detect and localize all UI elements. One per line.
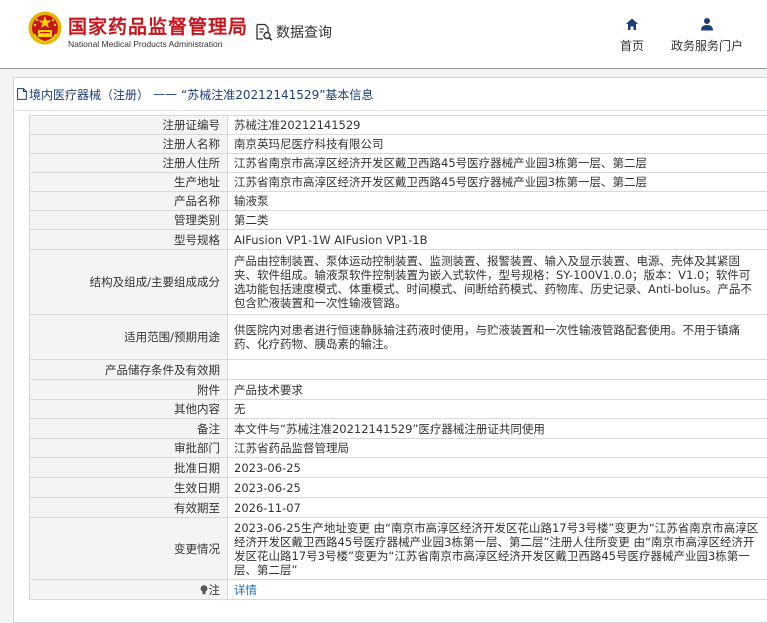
table-row-other-content: 其他内容无 (29, 399, 767, 419)
site-header: 国家药品监督管理局 National Medical Products Admi… (0, 0, 767, 68)
lightbulb-icon (200, 584, 207, 594)
breadcrumb: 境内医疗器械（注册） —— “苏械注准20212141529”基本信息 (17, 85, 373, 103)
field-value: 江苏省南京市高淳区经济开发区戴卫西路45号医疗器械产业园3栋第一层、第二层 (227, 153, 767, 173)
field-label: 注册证编号 (29, 115, 228, 135)
field-value: 产品技术要求 (227, 379, 767, 400)
note-label: 注 (208, 582, 221, 597)
document-icon (17, 88, 27, 100)
field-label: 产品名称 (29, 191, 228, 211)
field-label: 注册人名称 (29, 134, 228, 154)
table-row-production-address: 生产地址 江苏省南京市高淳区经济开发区戴卫西路45号医疗器械产业园3栋第一层、第二… (29, 172, 767, 192)
nav-home-label: 首页 (619, 39, 644, 53)
breadcrumb-section[interactable]: 境内医疗器械（注册） (29, 86, 149, 103)
field-value: 第二类 (227, 210, 767, 230)
field-label: 适用范围/预期用途 (29, 314, 228, 360)
field-label: 型号规格 (29, 229, 228, 250)
field-value: 江苏省南京市高淳区经济开发区戴卫西路45号医疗器械产业园3栋第一层、第二层 (227, 172, 767, 192)
data-query-link[interactable]: 数据查询 (255, 22, 332, 42)
field-label: 备注 (29, 418, 228, 439)
national-emblem-icon (28, 11, 62, 45)
table-row-remarks: 备注 本文件与“苏械注准20212141529”医疗器械注册证共同使用 (29, 418, 767, 439)
home-icon (626, 18, 638, 30)
nav-home[interactable]: 首页 (612, 17, 652, 54)
table-row-model-spec: 型号规格 AIFusion VP1-1W AIFusion VP1-1B (29, 229, 767, 250)
table-row-note: 注详情 (29, 579, 767, 600)
field-value: 输液泵 (227, 191, 767, 211)
field-label: 结构及组成/主要组成成分 (29, 249, 228, 315)
field-value: 供医院内对患者进行恒速静脉输注药液时使用，与贮液装置和一次性输液管路配套使用。不… (227, 314, 767, 360)
field-label: 产品储存条件及有效期 (29, 359, 228, 380)
user-icon (701, 18, 713, 31)
site-subtitle: National Medical Products Administration (68, 39, 223, 49)
field-label: 有效期至 (29, 497, 228, 518)
field-value: 2023-06-25 (227, 477, 767, 498)
field-label: 注册人住所 (29, 153, 228, 173)
table-row-expiry-date: 有效期至 2026-11-07 (29, 497, 767, 518)
field-value (227, 359, 767, 380)
field-value: 苏械注准20212141529 (227, 115, 767, 135)
details-link[interactable]: 详情 (234, 583, 257, 597)
title-divider (14, 110, 767, 111)
field-label: 生效日期 (29, 477, 228, 498)
table-row-product-name: 产品名称 输液泵 (29, 191, 767, 211)
field-value: 2023-06-25生产地址变更 由“南京市高淳区经济开发区花山路17号3号楼”… (227, 517, 767, 580)
field-label: 附件 (29, 379, 228, 400)
nav-service-portal[interactable]: 政务服务门户 (666, 17, 748, 54)
table-row-attachments: 附件 产品技术要求 (29, 379, 767, 400)
table-row-intended-use: 适用范围/预期用途 供医院内对患者进行恒速静脉输注药液时使用，与贮液装置和一次性输… (29, 314, 767, 360)
table-row-storage-conditions: 产品储存条件及有效期 (29, 359, 767, 380)
field-label: 审批部门 (29, 438, 228, 458)
field-value: 产品由控制装置、泵体运动控制装置、监测装置、报警装置、输入及显示装置、电源、壳体… (227, 249, 767, 315)
table-row-management-class: 管理类别 第二类 (29, 210, 767, 230)
table-row-registrant-address: 注册人住所 江苏省南京市高淳区经济开发区戴卫西路45号医疗器械产业园3栋第一层、第… (29, 153, 767, 173)
site-title[interactable]: 国家药品监督管理局 (68, 12, 248, 39)
nav-service-portal-label: 政务服务门户 (670, 39, 743, 53)
field-value: 无 (227, 399, 767, 419)
table-row-approval-date: 批准日期 2023-06-25 (29, 457, 767, 478)
field-label: 批准日期 (29, 457, 228, 478)
table-row-approval-department: 审批部门 江苏省药品监督管理局 (29, 438, 767, 458)
breadcrumb-separator: —— (153, 87, 178, 101)
breadcrumb-record-title: “苏械注准20212141529”基本信息 (181, 87, 374, 102)
document-search-icon (256, 23, 273, 41)
field-value: 2026-11-07 (227, 497, 767, 518)
field-value: 南京英玛尼医疗科技有限公司 (227, 134, 767, 154)
data-query-label: 数据查询 (276, 25, 332, 41)
field-label: 生产地址 (29, 172, 228, 192)
table-row-registration-no: 注册证编号 苏械注准20212141529 (29, 115, 767, 135)
table-row-effective-date: 生效日期 2023-06-25 (29, 477, 767, 498)
note-label-cell: 注 (29, 579, 228, 600)
field-label: 变更情况 (29, 517, 228, 580)
field-value: 江苏省药品监督管理局 (227, 438, 767, 458)
field-value: AIFusion VP1-1W AIFusion VP1-1B (227, 229, 767, 250)
field-value: 本文件与“苏械注准20212141529”医疗器械注册证共同使用 (227, 418, 767, 439)
field-value: 2023-06-25 (227, 457, 767, 478)
registration-info-table: 注册证编号 苏械注准20212141529 注册人名称 南京英玛尼医疗科技有限公司 注册… (29, 115, 767, 600)
field-label: 其他内容 (29, 399, 228, 419)
table-row-structure-composition: 结构及组成/主要组成成分 产品由控制装置、泵体运动控制装置、监测装置、报警装置、输… (29, 249, 767, 315)
table-row-registrant-name: 注册人名称 南京英玛尼医疗科技有限公司 (29, 134, 767, 154)
table-row-change-history: 变更情况 2023-06-25生产地址变更 由“南京市高淳区经济开发区花山路17号… (29, 517, 767, 580)
note-value-cell: 详情 (227, 579, 767, 600)
field-label: 管理类别 (29, 210, 228, 230)
